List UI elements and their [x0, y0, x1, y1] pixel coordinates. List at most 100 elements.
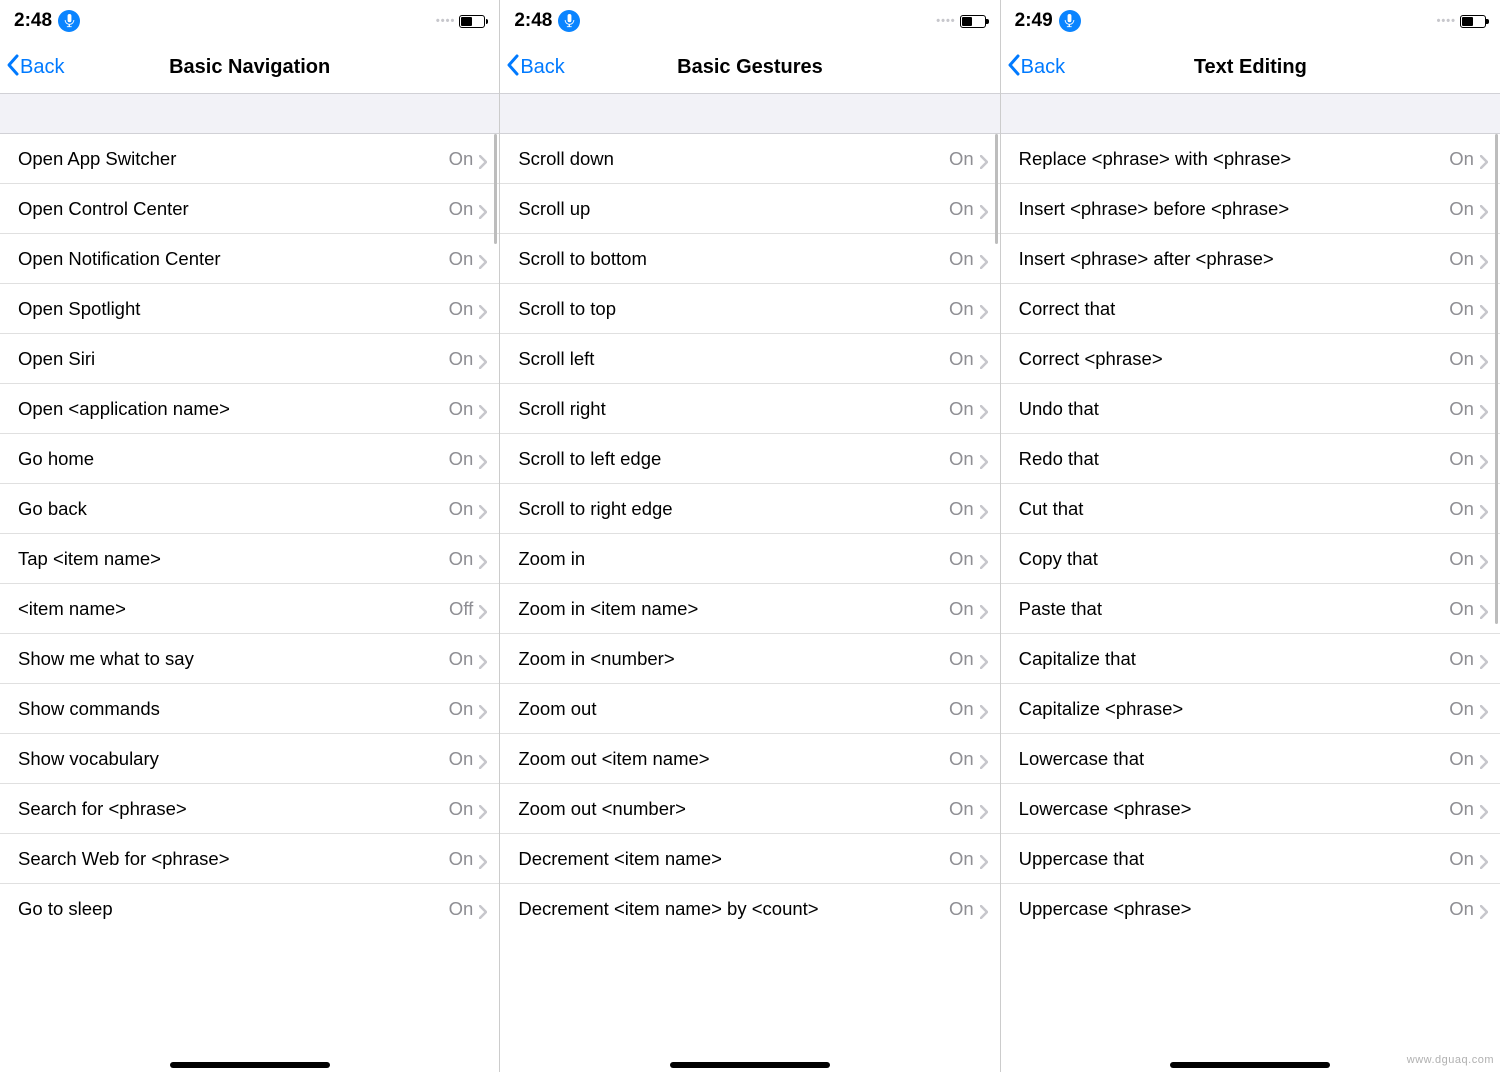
list-item[interactable]: Cut thatOn [1001, 484, 1500, 534]
chevron-right-icon [1480, 552, 1488, 566]
list-item[interactable]: Correct <phrase>On [1001, 334, 1500, 384]
list-item[interactable]: Search Web for <phrase>On [0, 834, 499, 884]
list-item[interactable]: Undo thatOn [1001, 384, 1500, 434]
list-item[interactable]: Capitalize <phrase>On [1001, 684, 1500, 734]
item-value: On [449, 448, 474, 470]
item-value: On [949, 548, 974, 570]
list-item[interactable]: Zoom in <item name>On [500, 584, 999, 634]
item-value: On [1449, 598, 1474, 620]
list-item[interactable]: Zoom out <item name>On [500, 734, 999, 784]
list-item[interactable]: Scroll to bottomOn [500, 234, 999, 284]
list-item[interactable]: Decrement <item name>On [500, 834, 999, 884]
list-item[interactable]: Zoom out <number>On [500, 784, 999, 834]
chevron-right-icon [1480, 302, 1488, 316]
status-bar: 2:49•••• [1001, 0, 1500, 42]
chevron-right-icon [1480, 352, 1488, 366]
back-button[interactable]: Back [0, 53, 64, 83]
list-item[interactable]: <item name>Off [0, 584, 499, 634]
item-value: On [1449, 398, 1474, 420]
chevron-right-icon [479, 252, 487, 266]
chevron-right-icon [1480, 202, 1488, 216]
list-item[interactable]: Open Control CenterOn [0, 184, 499, 234]
list-item[interactable]: Go to sleepOn [0, 884, 499, 934]
list-item[interactable]: Open Notification CenterOn [0, 234, 499, 284]
list-item[interactable]: Uppercase thatOn [1001, 834, 1500, 884]
list-item[interactable]: Scroll downOn [500, 134, 999, 184]
list-item[interactable]: Zoom in <number>On [500, 634, 999, 684]
list-item[interactable]: Paste thatOn [1001, 584, 1500, 634]
list-item[interactable]: Replace <phrase> with <phrase>On [1001, 134, 1500, 184]
item-label: Copy that [1019, 548, 1450, 570]
navigation-bar: BackText Editing [1001, 42, 1500, 94]
item-value: On [449, 898, 474, 920]
list-item[interactable]: Go backOn [0, 484, 499, 534]
scrollbar[interactable] [1495, 134, 1498, 624]
item-label: Open Notification Center [18, 248, 449, 270]
list-item[interactable]: Tap <item name>On [0, 534, 499, 584]
list-item[interactable]: Open SpotlightOn [0, 284, 499, 334]
item-value: On [449, 548, 474, 570]
list-item[interactable]: Scroll to topOn [500, 284, 999, 334]
list-item[interactable]: Uppercase <phrase>On [1001, 884, 1500, 934]
back-button[interactable]: Back [1001, 53, 1065, 83]
item-label: Scroll to right edge [518, 498, 949, 520]
list-item[interactable]: Decrement <item name> by <count>On [500, 884, 999, 934]
item-label: Search for <phrase> [18, 798, 449, 820]
item-value: On [1449, 798, 1474, 820]
scrollbar[interactable] [494, 134, 497, 244]
list-item[interactable]: Zoom inOn [500, 534, 999, 584]
item-label: Open <application name> [18, 398, 449, 420]
list-item[interactable]: Show commandsOn [0, 684, 499, 734]
list-item[interactable]: Insert <phrase> after <phrase>On [1001, 234, 1500, 284]
list-item[interactable]: Scroll to right edgeOn [500, 484, 999, 534]
list-item[interactable]: Scroll leftOn [500, 334, 999, 384]
list-item[interactable]: Redo thatOn [1001, 434, 1500, 484]
item-label: Uppercase that [1019, 848, 1450, 870]
list-item[interactable]: Insert <phrase> before <phrase>On [1001, 184, 1500, 234]
item-value: On [449, 648, 474, 670]
page-title: Basic Gestures [500, 56, 999, 79]
chevron-right-icon [479, 552, 487, 566]
list-item[interactable]: Lowercase <phrase>On [1001, 784, 1500, 834]
item-value: On [449, 148, 474, 170]
item-label: Scroll to left edge [518, 448, 949, 470]
back-label: Back [20, 56, 64, 79]
list-item[interactable]: Scroll upOn [500, 184, 999, 234]
list-item[interactable]: Lowercase thatOn [1001, 734, 1500, 784]
chevron-right-icon [1480, 802, 1488, 816]
list-item[interactable]: Correct thatOn [1001, 284, 1500, 334]
item-label: Zoom out <number> [518, 798, 949, 820]
section-spacer [500, 94, 999, 134]
item-value: On [949, 648, 974, 670]
chevron-right-icon [1480, 252, 1488, 266]
item-value: On [449, 348, 474, 370]
item-label: Show me what to say [18, 648, 449, 670]
chevron-right-icon [980, 802, 988, 816]
chevron-right-icon [1480, 402, 1488, 416]
chevron-right-icon [980, 752, 988, 766]
scrollbar[interactable] [995, 134, 998, 244]
chevron-right-icon [980, 152, 988, 166]
chevron-right-icon [479, 302, 487, 316]
list-item[interactable]: Show me what to sayOn [0, 634, 499, 684]
item-value: On [949, 798, 974, 820]
list-item[interactable]: Show vocabularyOn [0, 734, 499, 784]
list-item[interactable]: Copy thatOn [1001, 534, 1500, 584]
list-item[interactable]: Open SiriOn [0, 334, 499, 384]
list-item[interactable]: Scroll rightOn [500, 384, 999, 434]
item-label: Scroll right [518, 398, 949, 420]
item-value: On [949, 698, 974, 720]
list-item[interactable]: Zoom outOn [500, 684, 999, 734]
list-item[interactable]: Scroll to left edgeOn [500, 434, 999, 484]
list-item[interactable]: Go homeOn [0, 434, 499, 484]
list-item[interactable]: Search for <phrase>On [0, 784, 499, 834]
screen-panel: 2:48••••BackBasic NavigationOpen App Swi… [0, 0, 500, 1072]
list-item[interactable]: Capitalize thatOn [1001, 634, 1500, 684]
item-value: On [1449, 198, 1474, 220]
list-container: Replace <phrase> with <phrase>OnInsert <… [1001, 94, 1500, 1072]
page-title: Text Editing [1001, 56, 1500, 79]
chevron-right-icon [980, 852, 988, 866]
back-button[interactable]: Back [500, 53, 564, 83]
list-item[interactable]: Open <application name>On [0, 384, 499, 434]
list-item[interactable]: Open App SwitcherOn [0, 134, 499, 184]
